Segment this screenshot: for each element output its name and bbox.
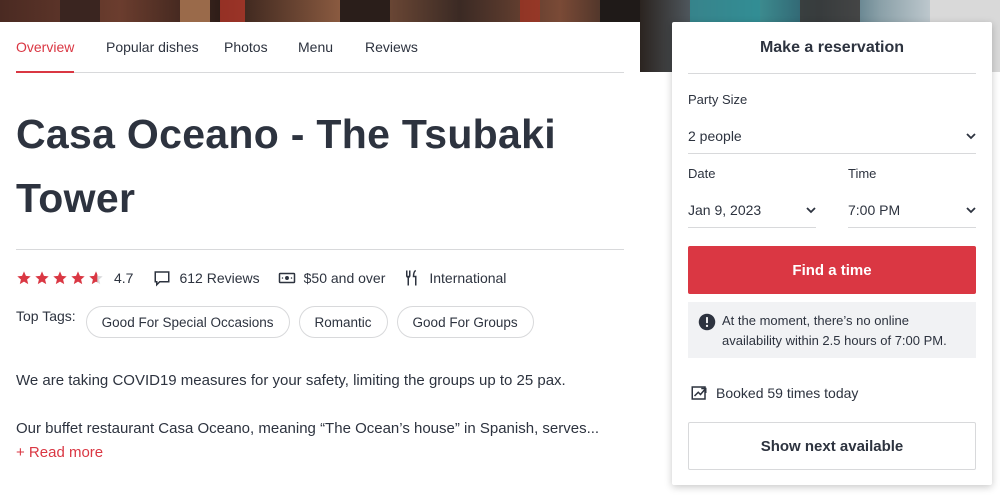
- restaurant-name: Casa Oceano - The Tsubaki Tower: [16, 111, 556, 221]
- tag-groups[interactable]: Good For Groups: [396, 306, 534, 338]
- date-select[interactable]: Jan 9, 2023: [688, 192, 816, 228]
- find-a-time-button[interactable]: Find a time: [688, 246, 976, 294]
- date-value: Jan 9, 2023: [688, 201, 762, 218]
- restaurant-overview: Overview Popular dishes Photos Menu Revi…: [0, 22, 640, 495]
- star-icon: [53, 271, 67, 285]
- party-size-value: 2 people: [688, 127, 742, 144]
- tab-popular-dishes[interactable]: Popular dishes: [106, 39, 199, 73]
- fork-knife-icon: [406, 269, 417, 286]
- divider: [16, 249, 624, 250]
- date-label: Date: [688, 166, 716, 181]
- show-next-available-button[interactable]: Show next available: [688, 422, 976, 470]
- cuisine: International: [403, 269, 506, 287]
- tag-special-occasions[interactable]: Good For Special Occasions: [85, 306, 290, 338]
- availability-notice: At the moment, there’s no online availab…: [688, 302, 976, 358]
- section-tabs: Overview Popular dishes Photos Menu Revi…: [16, 22, 624, 73]
- rating-stars: [16, 270, 104, 286]
- tab-menu[interactable]: Menu: [298, 39, 333, 73]
- chevron-down-icon: [806, 207, 816, 214]
- time-value: 7:00 PM: [848, 201, 901, 218]
- reviews-link[interactable]: 612 Reviews: [153, 269, 260, 287]
- star-icon: [35, 271, 49, 285]
- reviews-count: 612 Reviews: [179, 270, 260, 286]
- chevron-down-icon: [966, 207, 976, 214]
- star-icon: [71, 271, 85, 285]
- cuisine-text: International: [429, 270, 507, 286]
- star-icon: [17, 271, 31, 285]
- tab-overview[interactable]: Overview: [16, 39, 75, 73]
- reservation-title: Make a reservation: [688, 22, 976, 74]
- description-line: We are taking COVID19 measures for your …: [16, 372, 566, 389]
- availability-notice-text: At the moment, there’s no online availab…: [722, 313, 947, 348]
- reservation-panel: Make a reservation Party Size 2 people D…: [672, 22, 992, 485]
- restaurant-meta: 4.7 612 Reviews $50 and over Internation…: [16, 267, 524, 289]
- review-bubble-icon: [154, 271, 170, 287]
- party-size-select[interactable]: 2 people: [688, 118, 976, 154]
- party-size-label: Party Size: [688, 92, 748, 107]
- tab-reviews[interactable]: Reviews: [365, 39, 418, 73]
- price-text: $50 and over: [303, 270, 386, 286]
- top-tags: Top Tags: Good For Special Occasions Rom…: [16, 306, 543, 338]
- top-tags-label: Top Tags:: [16, 308, 76, 324]
- description-line: Our buffet restaurant Casa Oceano, meani…: [16, 420, 600, 437]
- time-label: Time: [848, 166, 877, 181]
- booked-count: Booked 59 times today: [690, 384, 858, 402]
- star-half-icon: [89, 271, 103, 285]
- alert-icon: [698, 313, 716, 331]
- chevron-down-icon: [966, 133, 976, 140]
- booked-text: Booked 59 times today: [716, 385, 859, 401]
- money-icon: [278, 272, 295, 284]
- tag-romantic[interactable]: Romantic: [298, 306, 388, 338]
- read-more-link[interactable]: + Read more: [16, 444, 103, 461]
- trending-up-icon: [691, 386, 707, 400]
- tab-photos[interactable]: Photos: [224, 39, 268, 73]
- time-select[interactable]: 7:00 PM: [848, 192, 976, 228]
- price-range: $50 and over: [278, 269, 386, 287]
- rating-value: 4.7: [114, 270, 134, 286]
